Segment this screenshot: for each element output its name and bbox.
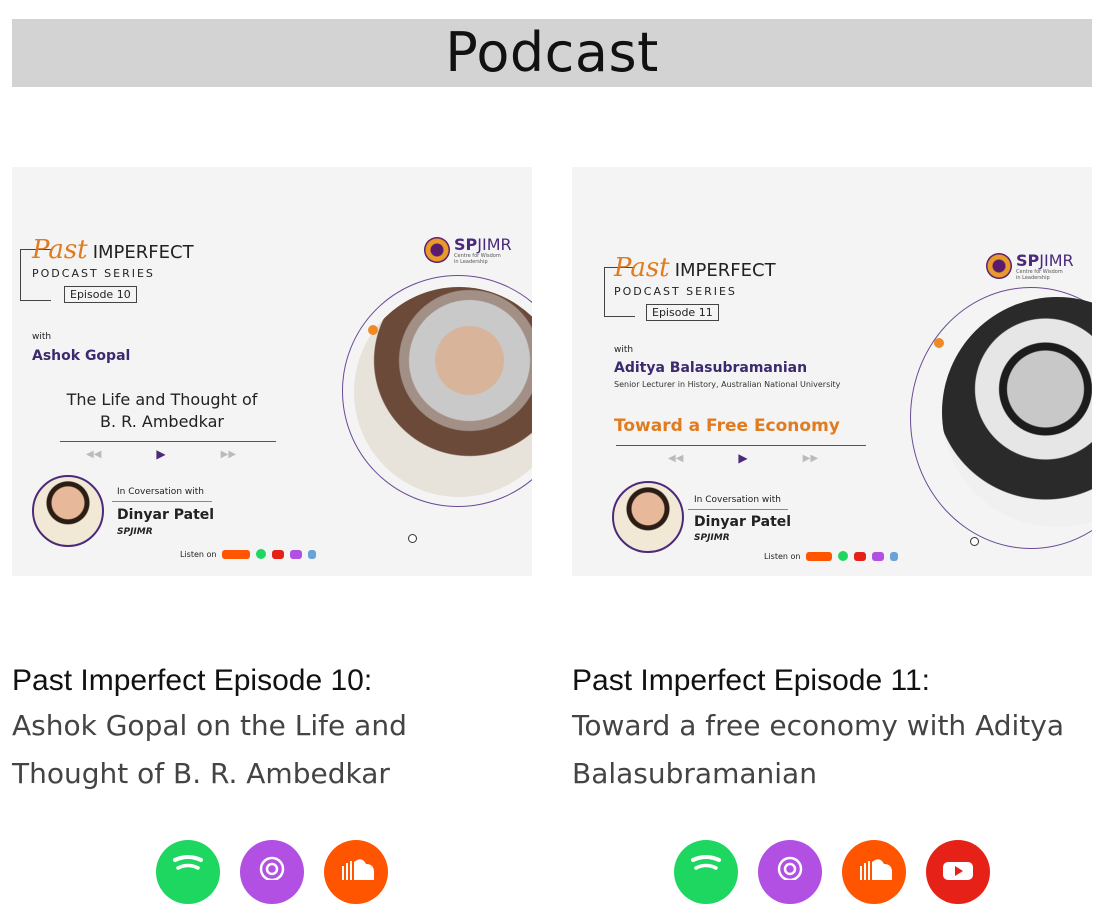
brand-past: Past (32, 235, 88, 265)
brand-series: PODCAST SERIES (32, 267, 155, 280)
guest-title: Senior Lecturer in History, Australian N… (614, 380, 841, 389)
soundcloud-icon[interactable] (324, 840, 388, 904)
listen-on-row: Listen on (180, 549, 317, 559)
podcast-brand: Past IMPERFECT PODCAST SERIES Episode 11 (614, 253, 776, 321)
google-podcasts-mini-icon (890, 551, 899, 561)
logo-sp-text: SP (1016, 251, 1040, 270)
spotify-mini-icon (256, 549, 267, 559)
episode-topic: Toward a Free Economy (614, 416, 840, 436)
podcast-brand: Past IMPERFECT PODCAST SERIES Episode 10 (32, 235, 194, 303)
logo-jimr-text: JIMR (1039, 251, 1074, 270)
logo-subtitle-2: in Leadership (454, 259, 488, 265)
soundcloud-icon[interactable] (842, 840, 906, 904)
divider (616, 445, 866, 446)
episode-title[interactable]: Past Imperfect Episode 11: (572, 664, 1092, 698)
soundcloud-mini-icon (222, 549, 251, 559)
episode-thumbnail[interactable]: SPJIMR Centre for Wisdom in Leadership P… (572, 167, 1092, 576)
with-label: with (32, 332, 52, 342)
host-name: Dinyar Patel (694, 514, 792, 530)
episode-description[interactable]: Ashok Gopal on the Life and Thought of B… (12, 702, 532, 798)
spotify-icon[interactable] (156, 840, 220, 904)
topic-line-2: B. R. Ambedkar (100, 412, 224, 431)
host-avatar (32, 475, 104, 547)
player-controls: ◀◀ ▶ ▶▶ (668, 451, 818, 465)
brand-series: PODCAST SERIES (614, 285, 737, 298)
podcast-card-episode-11: SPJIMR Centre for Wisdom in Leadership P… (572, 167, 1092, 798)
apple-podcasts-mini-icon (290, 549, 303, 559)
guest-name: Ashok Gopal (32, 348, 131, 364)
page-title: Podcast (445, 21, 659, 84)
host-org: SPJIMR (117, 527, 153, 537)
brand-past: Past (614, 253, 670, 283)
episode-badge: Episode 10 (64, 286, 137, 303)
apple-podcasts-icon[interactable] (240, 840, 304, 904)
platform-links-episode-11 (674, 840, 990, 904)
platform-links-episode-10 (156, 840, 388, 904)
listen-on-row: Listen on (764, 551, 899, 561)
topic-line-1: The Life and Thought of (66, 390, 258, 409)
episode-thumbnail[interactable]: SPJIMR Centre for Wisdom in Leadership P… (12, 167, 532, 576)
logo-subtitle-2: in Leadership (1016, 275, 1050, 281)
conversation-label: In Coversation with (117, 487, 204, 497)
description-line-2: Balasubramanian (572, 757, 817, 790)
forward-icon: ▶▶ (220, 448, 237, 460)
spjimr-logo-mark-icon (424, 237, 450, 263)
listen-on-label: Listen on (764, 551, 801, 561)
spjimr-logo: SPJIMR Centre for Wisdom in Leadership (986, 253, 1074, 281)
episode-title[interactable]: Past Imperfect Episode 10: (12, 664, 532, 698)
google-podcasts-mini-icon (308, 549, 317, 559)
ring-dot (408, 534, 417, 543)
forward-icon: ▶▶ (802, 452, 819, 464)
brand-imperfect: IMPERFECT (92, 242, 194, 263)
rewind-icon: ◀◀ (668, 452, 684, 464)
page-header: Podcast (12, 19, 1092, 87)
spotify-mini-icon (838, 551, 849, 561)
episode-topic: The Life and Thought of B. R. Ambedkar (52, 389, 272, 433)
play-icon: ▶ (156, 447, 166, 461)
play-icon: ▶ (738, 451, 748, 465)
apple-podcasts-icon[interactable] (758, 840, 822, 904)
logo-jimr-text: JIMR (477, 235, 512, 254)
youtube-icon[interactable] (926, 840, 990, 904)
episode-badge: Episode 11 (646, 304, 719, 321)
logo-sp-text: SP (454, 235, 478, 254)
host-avatar (612, 481, 684, 553)
soundcloud-mini-icon (806, 551, 833, 561)
description-line-2: Thought of B. R. Ambedkar (12, 757, 390, 790)
player-controls: ◀◀ ▶ ▶▶ (86, 447, 236, 461)
description-line-1: Toward a free economy with Aditya (572, 709, 1064, 742)
orange-dot (934, 338, 944, 348)
spotify-icon[interactable] (674, 840, 738, 904)
host-divider (688, 509, 788, 510)
listen-on-label: Listen on (180, 549, 217, 559)
host-name: Dinyar Patel (117, 507, 215, 523)
guest-name: Aditya Balasubramanian (614, 360, 808, 376)
conversation-label: In Coversation with (694, 495, 781, 505)
rewind-icon: ◀◀ (86, 448, 102, 460)
youtube-mini-icon (272, 549, 285, 559)
podcast-card-episode-10: SPJIMR Centre for Wisdom in Leadership P… (12, 167, 532, 798)
ring-dot (970, 537, 979, 546)
orange-dot (368, 325, 378, 335)
brand-imperfect: IMPERFECT (674, 260, 776, 281)
host-divider (112, 501, 212, 502)
apple-podcasts-mini-icon (872, 551, 885, 561)
description-line-1: Ashok Gopal on the Life and (12, 709, 407, 742)
host-org: SPJIMR (694, 533, 730, 543)
episode-description[interactable]: Toward a free economy with Aditya Balasu… (572, 702, 1092, 798)
with-label: with (614, 345, 634, 355)
youtube-mini-icon (854, 551, 867, 561)
divider (60, 441, 276, 442)
spjimr-logo: SPJIMR Centre for Wisdom in Leadership (424, 237, 512, 265)
spjimr-logo-mark-icon (986, 253, 1012, 279)
